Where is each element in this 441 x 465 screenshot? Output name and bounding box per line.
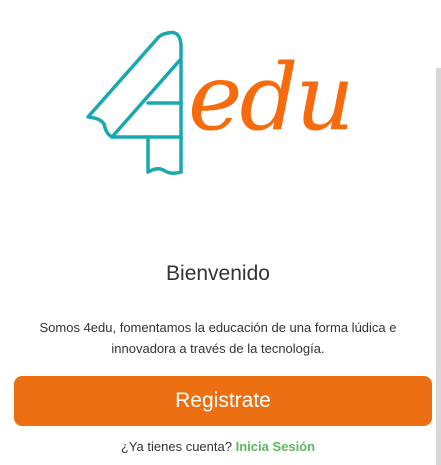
scrollbar[interactable] <box>436 68 441 465</box>
login-question: ¿Ya tienes cuenta? <box>120 439 232 454</box>
logo-edu-text: edu <box>188 44 355 151</box>
register-button[interactable]: Registrate <box>14 376 432 426</box>
welcome-description: Somos 4edu, fomentamos la educación de u… <box>39 320 397 356</box>
login-prompt: ¿Ya tienes cuenta? Inicia Sesión <box>0 439 436 454</box>
welcome-title: Bienvenido <box>166 262 270 285</box>
login-link[interactable]: Inicia Sesión <box>236 439 315 454</box>
logo-4edu: edu <box>0 0 441 200</box>
